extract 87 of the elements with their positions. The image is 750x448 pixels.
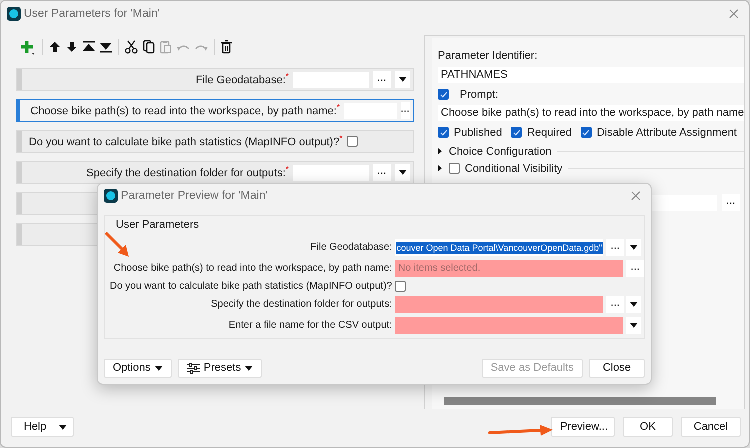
input-field[interactable]: couver Open Data Portal\VancouverOpenData.gdb" — [395, 239, 604, 256]
drag-handle[interactable] — [17, 69, 22, 90]
browse-button[interactable]: ... — [626, 260, 644, 277]
dialog-button[interactable]: Options — [104, 358, 172, 378]
drag-handle[interactable] — [17, 162, 22, 183]
checkbox[interactable] — [580, 127, 592, 138]
parameter-label: File Geodatabase:$^{*}$ — [196, 72, 289, 87]
dialog-button[interactable]: Preview... — [551, 417, 615, 437]
checkbox-label: Published — [454, 126, 502, 138]
group-title: User Parameters — [116, 219, 200, 233]
dialog-button[interactable]: Presets — [178, 358, 262, 378]
input-field[interactable] — [293, 164, 369, 180]
parameter-row[interactable]: Specify the destination folder for outputs:$^{*}$ ... — [16, 161, 414, 184]
section-header[interactable]: Choice Configuration — [449, 146, 552, 158]
parameter-row[interactable]: Do you want to calculate bike path statistics (MapINFO output)?$^{*}$ — [16, 130, 414, 153]
checkbox[interactable] — [449, 163, 460, 174]
parameter-label: File Geodatabase: — [310, 242, 392, 253]
move-bottom-icon[interactable] — [100, 41, 112, 53]
caret-icon — [58, 424, 67, 430]
field-label: Parameter Identifier: — [438, 50, 539, 64]
checkbox-label: Required — [527, 126, 572, 138]
browse-button[interactable]: ... — [722, 194, 740, 211]
sliders-icon — [186, 362, 200, 374]
section-header[interactable]: Conditional Visibility — [465, 162, 563, 174]
caret-icon — [630, 302, 638, 307]
parameter-label: Do you want to calculate bike path statistics (MapINFO output)? — [110, 281, 392, 292]
dropdown-button[interactable] — [626, 317, 642, 334]
up-arrow-icon[interactable] — [49, 41, 61, 53]
drag-handle[interactable] — [17, 100, 20, 121]
checkbox[interactable] — [438, 89, 449, 100]
close-icon[interactable] — [729, 9, 739, 19]
parameter-label: Specify the destination folder for outputs:$^{*}$ — [86, 165, 289, 180]
parameter-label: Specify the destination folder for outputs: — [210, 299, 392, 310]
caret-icon — [245, 366, 254, 370]
parameter-row[interactable]: File Geodatabase:$^{*}$ ... — [16, 68, 414, 91]
dropdown-button[interactable] — [395, 164, 410, 181]
copy-icon[interactable] — [143, 40, 155, 54]
parameter-label: Enter a file name for the CSV output: — [228, 320, 392, 331]
expand-icon[interactable] — [438, 165, 442, 172]
browse-button[interactable]: ... — [373, 164, 391, 181]
dialog-button[interactable]: Help — [11, 417, 74, 437]
app-icon — [7, 7, 21, 21]
browse-button[interactable]: ... — [606, 296, 624, 313]
dialog-title: Parameter Preview for 'Main' — [121, 190, 269, 202]
dropdown-button[interactable] — [626, 296, 642, 313]
app-icon — [104, 189, 118, 203]
browse-button[interactable]: ... — [606, 239, 624, 256]
dropdown-button[interactable] — [395, 71, 410, 88]
parameter-label: Choose bike path(s) to read into the workspace, by path name: — [112, 263, 392, 274]
checkbox[interactable] — [346, 136, 358, 147]
caret-icon — [398, 170, 406, 175]
plus-icon[interactable] — [21, 40, 36, 54]
trash-icon[interactable] — [221, 40, 232, 54]
move-top-icon[interactable] — [83, 41, 95, 53]
window-title: User Parameters for 'Main' — [24, 8, 162, 20]
prompt-field[interactable]: Choose bike path(s) to read into the workspace, by path name — [438, 105, 744, 121]
scissors-icon[interactable] — [125, 40, 138, 54]
browse-button[interactable]: ... — [373, 71, 391, 88]
identifier-field[interactable]: PATHNAMES — [438, 67, 744, 83]
drag-handle[interactable] — [17, 131, 22, 152]
caret-icon — [154, 366, 163, 370]
input-field[interactable] — [395, 317, 624, 334]
caret-icon — [630, 245, 638, 250]
drag-handle[interactable] — [17, 193, 22, 214]
dropdown-button[interactable] — [626, 239, 642, 256]
dialog-button[interactable]: Close — [589, 358, 645, 378]
dialog-button[interactable]: OK — [623, 417, 673, 437]
arrow — [106, 232, 129, 257]
checkbox-label: Prompt: — [460, 88, 499, 100]
checkbox-label: Disable Attribute Assignment — [596, 126, 737, 138]
checkbox[interactable] — [438, 127, 449, 138]
arrow — [488, 425, 553, 436]
down-arrow-icon[interactable] — [66, 41, 78, 53]
parameter-row[interactable]: Choose bike path(s) to read into the workspace, by path name:$^{*}$ ... — [16, 99, 414, 122]
input-field[interactable] — [395, 296, 604, 313]
close-icon[interactable] — [631, 191, 641, 201]
dialog-button[interactable]: Cancel — [681, 417, 741, 437]
expand-icon[interactable] — [438, 148, 442, 155]
checkbox[interactable] — [395, 281, 406, 292]
drag-handle[interactable] — [17, 224, 22, 245]
browse-button[interactable]: ... — [400, 102, 410, 119]
parameter-label: Do you want to calculate bike path statistics (MapINFO output)?$^{*}$ — [29, 134, 343, 149]
checkbox[interactable] — [511, 127, 522, 138]
parameter-label: Choose bike path(s) to read into the workspace, by path name:$^{*}$ — [30, 103, 340, 118]
caret-icon — [398, 77, 406, 82]
scrollbar[interactable] — [444, 397, 716, 405]
caret-icon — [630, 323, 638, 328]
